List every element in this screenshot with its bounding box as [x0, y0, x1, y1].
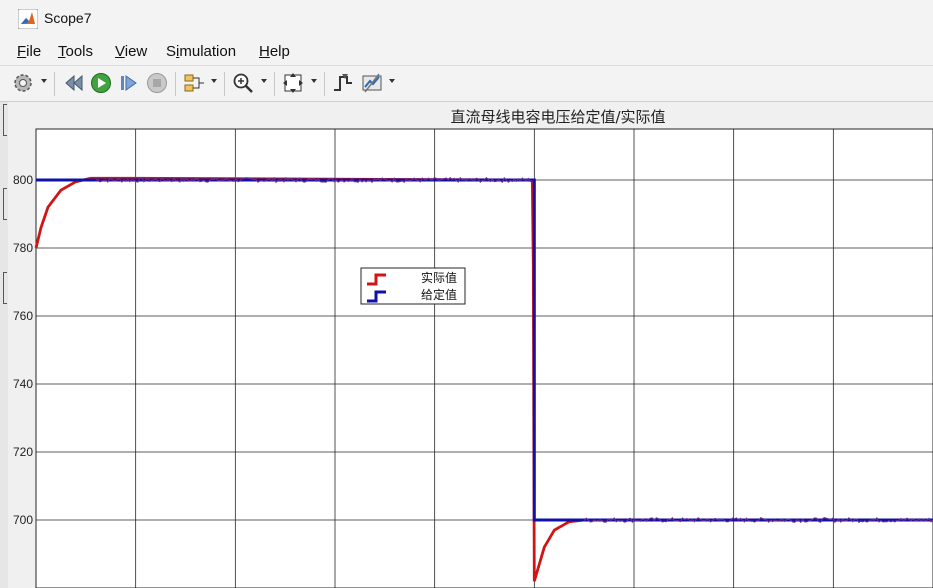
stop-icon[interactable]	[145, 71, 169, 95]
y-tick-label: 740	[13, 377, 33, 391]
window-titlebar: Scope7	[0, 0, 933, 38]
settings-gear-icon[interactable]	[11, 71, 35, 95]
menu-help[interactable]: Help	[259, 43, 290, 60]
legend-label-setpoint: 给定值	[421, 287, 457, 302]
scope-chart[interactable]: 700 720 740 760 780 800 直流母线电容电压给定值/实际值 实际值 给…	[0, 102, 933, 588]
y-axis-ticks: 700 720 740 760 780 800	[13, 173, 33, 527]
highlight-dropdown-icon[interactable]	[210, 77, 218, 85]
toolbar-separator	[274, 72, 275, 96]
y-tick-label: 700	[13, 513, 33, 527]
triggers-icon[interactable]	[331, 71, 355, 95]
legend-label-actual: 实际值	[421, 270, 457, 285]
fit-to-view-icon[interactable]	[281, 71, 305, 95]
zoom-dropdown-icon[interactable]	[260, 77, 268, 85]
run-icon[interactable]	[89, 71, 113, 95]
window-title: Scope7	[44, 10, 92, 26]
y-tick-label: 800	[13, 173, 33, 187]
toolbar	[0, 66, 933, 102]
menu-file[interactable]: File	[17, 43, 41, 60]
menu-bar: File Tools View Simulation Help	[0, 38, 933, 66]
scope-plot-area: 700 720 740 760 780 800 直流母线电容电压给定值/实际值 实际值 给…	[0, 102, 933, 588]
toolbar-separator	[175, 72, 176, 96]
toolbar-separator	[324, 72, 325, 96]
legend[interactable]: 实际值 给定值	[360, 267, 466, 305]
menu-view[interactable]: View	[115, 43, 147, 60]
chart-title: 直流母线电容电压给定值/实际值	[450, 108, 665, 126]
y-tick-label: 720	[13, 445, 33, 459]
y-tick-label: 780	[13, 241, 33, 255]
toolbar-separator	[54, 72, 55, 96]
menu-simulation[interactable]: Simulation	[166, 43, 236, 60]
zoom-in-icon[interactable]	[231, 71, 255, 95]
settings-dropdown-icon[interactable]	[40, 77, 48, 85]
step-forward-icon[interactable]	[117, 71, 141, 95]
step-back-icon[interactable]	[62, 71, 86, 95]
matlab-icon	[18, 9, 38, 29]
measurements-icon[interactable]	[360, 71, 384, 95]
toolbar-separator	[224, 72, 225, 96]
fit-dropdown-icon[interactable]	[310, 77, 318, 85]
measurements-dropdown-icon[interactable]	[388, 77, 396, 85]
y-tick-label: 760	[13, 309, 33, 323]
highlight-signal-icon[interactable]	[182, 71, 206, 95]
menu-tools[interactable]: Tools	[58, 43, 93, 60]
